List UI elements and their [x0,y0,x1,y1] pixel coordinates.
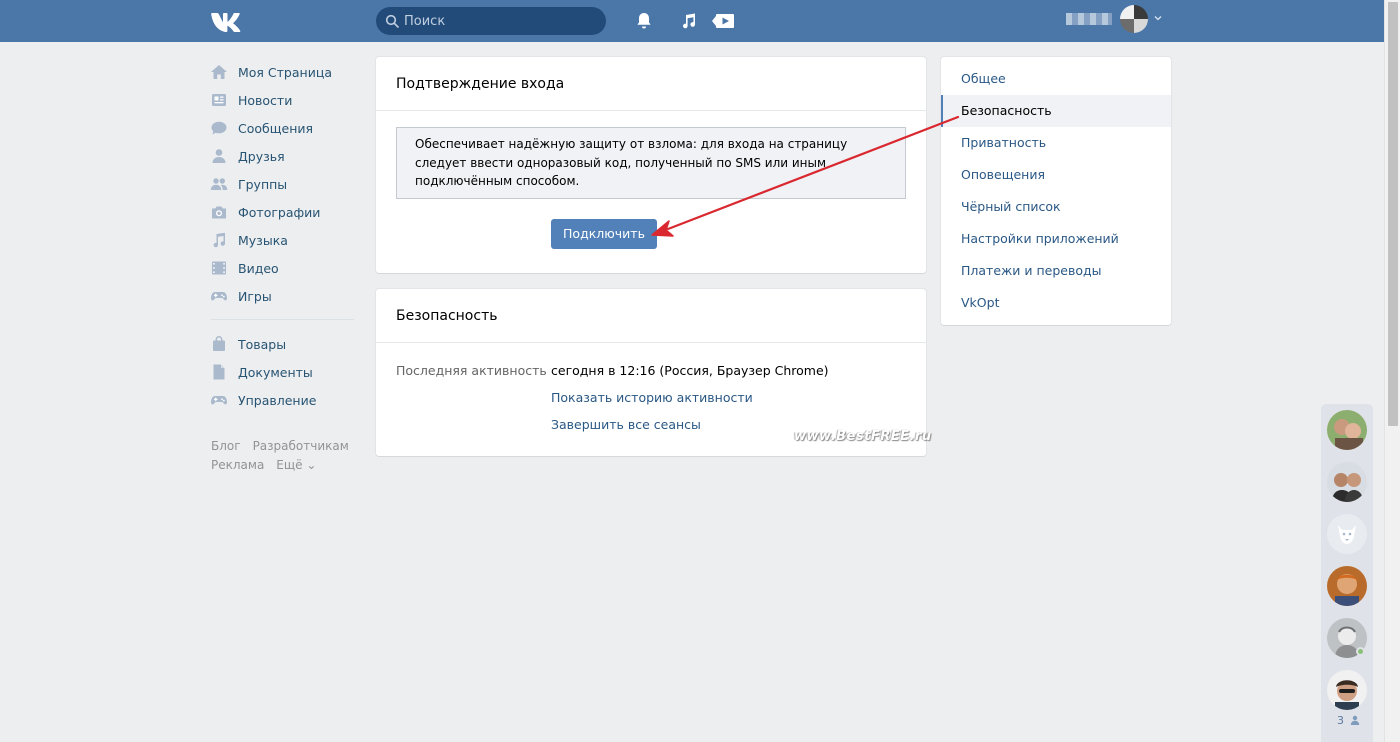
scrollbar-thumb[interactable] [1388,2,1398,426]
online-friends-count[interactable]: 3 [1337,714,1360,727]
footer-link-blog[interactable]: Блог [211,439,241,453]
friend-avatar[interactable] [1327,462,1367,502]
nav-item-my-page[interactable]: Моя Страница [210,58,360,86]
nav-item-label: Управление [238,392,317,408]
login-confirmation-card: Подтверждение входа Обеспечивает надёжну… [376,57,926,273]
nav-item-label: Сообщения [238,120,314,136]
document-icon [213,364,225,380]
search-icon [385,14,399,28]
watermark-text: www.BestFREE.ru [794,429,932,444]
nav-item-groups[interactable]: Группы [210,170,360,198]
search-box[interactable] [376,7,606,35]
login-confirmation-title: Подтверждение входа [376,57,926,111]
gamepad-icon [211,396,227,405]
settings-menu-payments[interactable]: Платежи и переводы [941,255,1171,287]
nav-item-label: Фотографии [238,204,321,220]
end-all-sessions-link[interactable]: Завершить все сеансы [551,417,701,432]
nav-item-photos[interactable]: Фотографии [210,198,360,226]
nav-item-label: Игры [238,288,272,304]
show-activity-history-link[interactable]: Показать историю активности [551,390,753,405]
friend-avatar-default[interactable] [1327,514,1367,554]
connect-button[interactable]: Подключить [551,219,657,249]
music-note-icon[interactable] [679,11,699,31]
settings-menu-vkopt[interactable]: VkOpt [941,287,1171,319]
groups-icon [210,178,228,190]
settings-menu-security[interactable]: Безопасность [941,95,1171,127]
nav-item-video[interactable]: Видео [210,254,360,282]
messages-icon [211,121,227,135]
settings-menu: Общее Безопасность Приватность Оповещени… [941,57,1171,325]
news-icon [212,94,226,106]
nav-item-messages[interactable]: Сообщения [210,114,360,142]
chevron-down-icon[interactable] [1153,13,1163,23]
nav-item-label: Новости [238,92,293,108]
vk-logo-icon[interactable] [210,10,244,32]
settings-menu-app-settings[interactable]: Настройки приложений [941,223,1171,255]
camera-icon [212,206,226,219]
friend-avatar[interactable] [1327,670,1367,710]
nav-item-news[interactable]: Новости [210,86,360,114]
footer-link-more[interactable]: Ещё ⌄ [276,458,316,472]
friends-count-value: 3 [1337,714,1344,727]
friend-avatar[interactable] [1327,566,1367,606]
bell-icon[interactable] [634,11,654,31]
security-card: Безопасность Последняя активность сегодн… [376,289,931,456]
last-activity-value: сегодня в 12:16 (Россия, Браузер Chrome) [551,363,829,378]
settings-menu-notifications[interactable]: Оповещения [941,159,1171,191]
music-icon [213,232,226,248]
nav-item-label: Друзья [238,148,285,164]
username-blurred[interactable] [1066,13,1112,25]
nav-item-label: Группы [238,176,288,192]
security-title: Безопасность [376,289,926,343]
left-footer-links: Блог Разработчикам Реклама Ещё ⌄ [211,437,361,475]
top-header [0,0,1384,42]
nav-item-label: Товары [238,336,287,352]
nav-item-music[interactable]: Музыка [210,226,360,254]
nav-item-label: Видео [238,260,279,276]
settings-menu-privacy[interactable]: Приватность [941,127,1171,159]
nav-item-games[interactable]: Игры [210,282,360,310]
nav-item-goods[interactable]: Товары [210,330,360,358]
footer-link-developers[interactable]: Разработчикам [253,439,349,453]
last-activity-label: Последняя активность [396,363,547,378]
footer-link-ads[interactable]: Реклама [211,458,264,472]
settings-menu-blacklist[interactable]: Чёрный список [941,191,1171,223]
nav-divider [211,319,354,320]
friend-avatar[interactable] [1327,410,1367,450]
search-input[interactable] [404,7,594,35]
home-icon [211,65,227,79]
nav-item-documents[interactable]: Документы [210,358,360,386]
nav-item-management[interactable]: Управление [210,386,360,414]
page-scrollbar[interactable] [1384,0,1400,742]
online-status-indicator [1356,647,1365,656]
gamepad-icon [211,292,227,301]
bag-icon [213,336,225,351]
nav-item-label: Моя Страница [238,64,332,80]
video-icon [212,261,226,275]
friends-icon [212,149,226,163]
friends-dock [1321,404,1373,742]
nav-item-label: Документы [238,364,313,380]
profile-avatar[interactable] [1120,5,1148,33]
user-icon [1350,715,1359,725]
nav-item-label: Музыка [238,232,288,248]
play-icon[interactable] [710,11,736,31]
settings-menu-general[interactable]: Общее [941,63,1171,95]
nav-item-friends[interactable]: Друзья [210,142,360,170]
left-navigation: Моя Страница Новости Сообщения Друзья Гр… [210,58,360,414]
login-confirmation-info: Обеспечивает надёжную защиту от взлома: … [396,127,906,199]
